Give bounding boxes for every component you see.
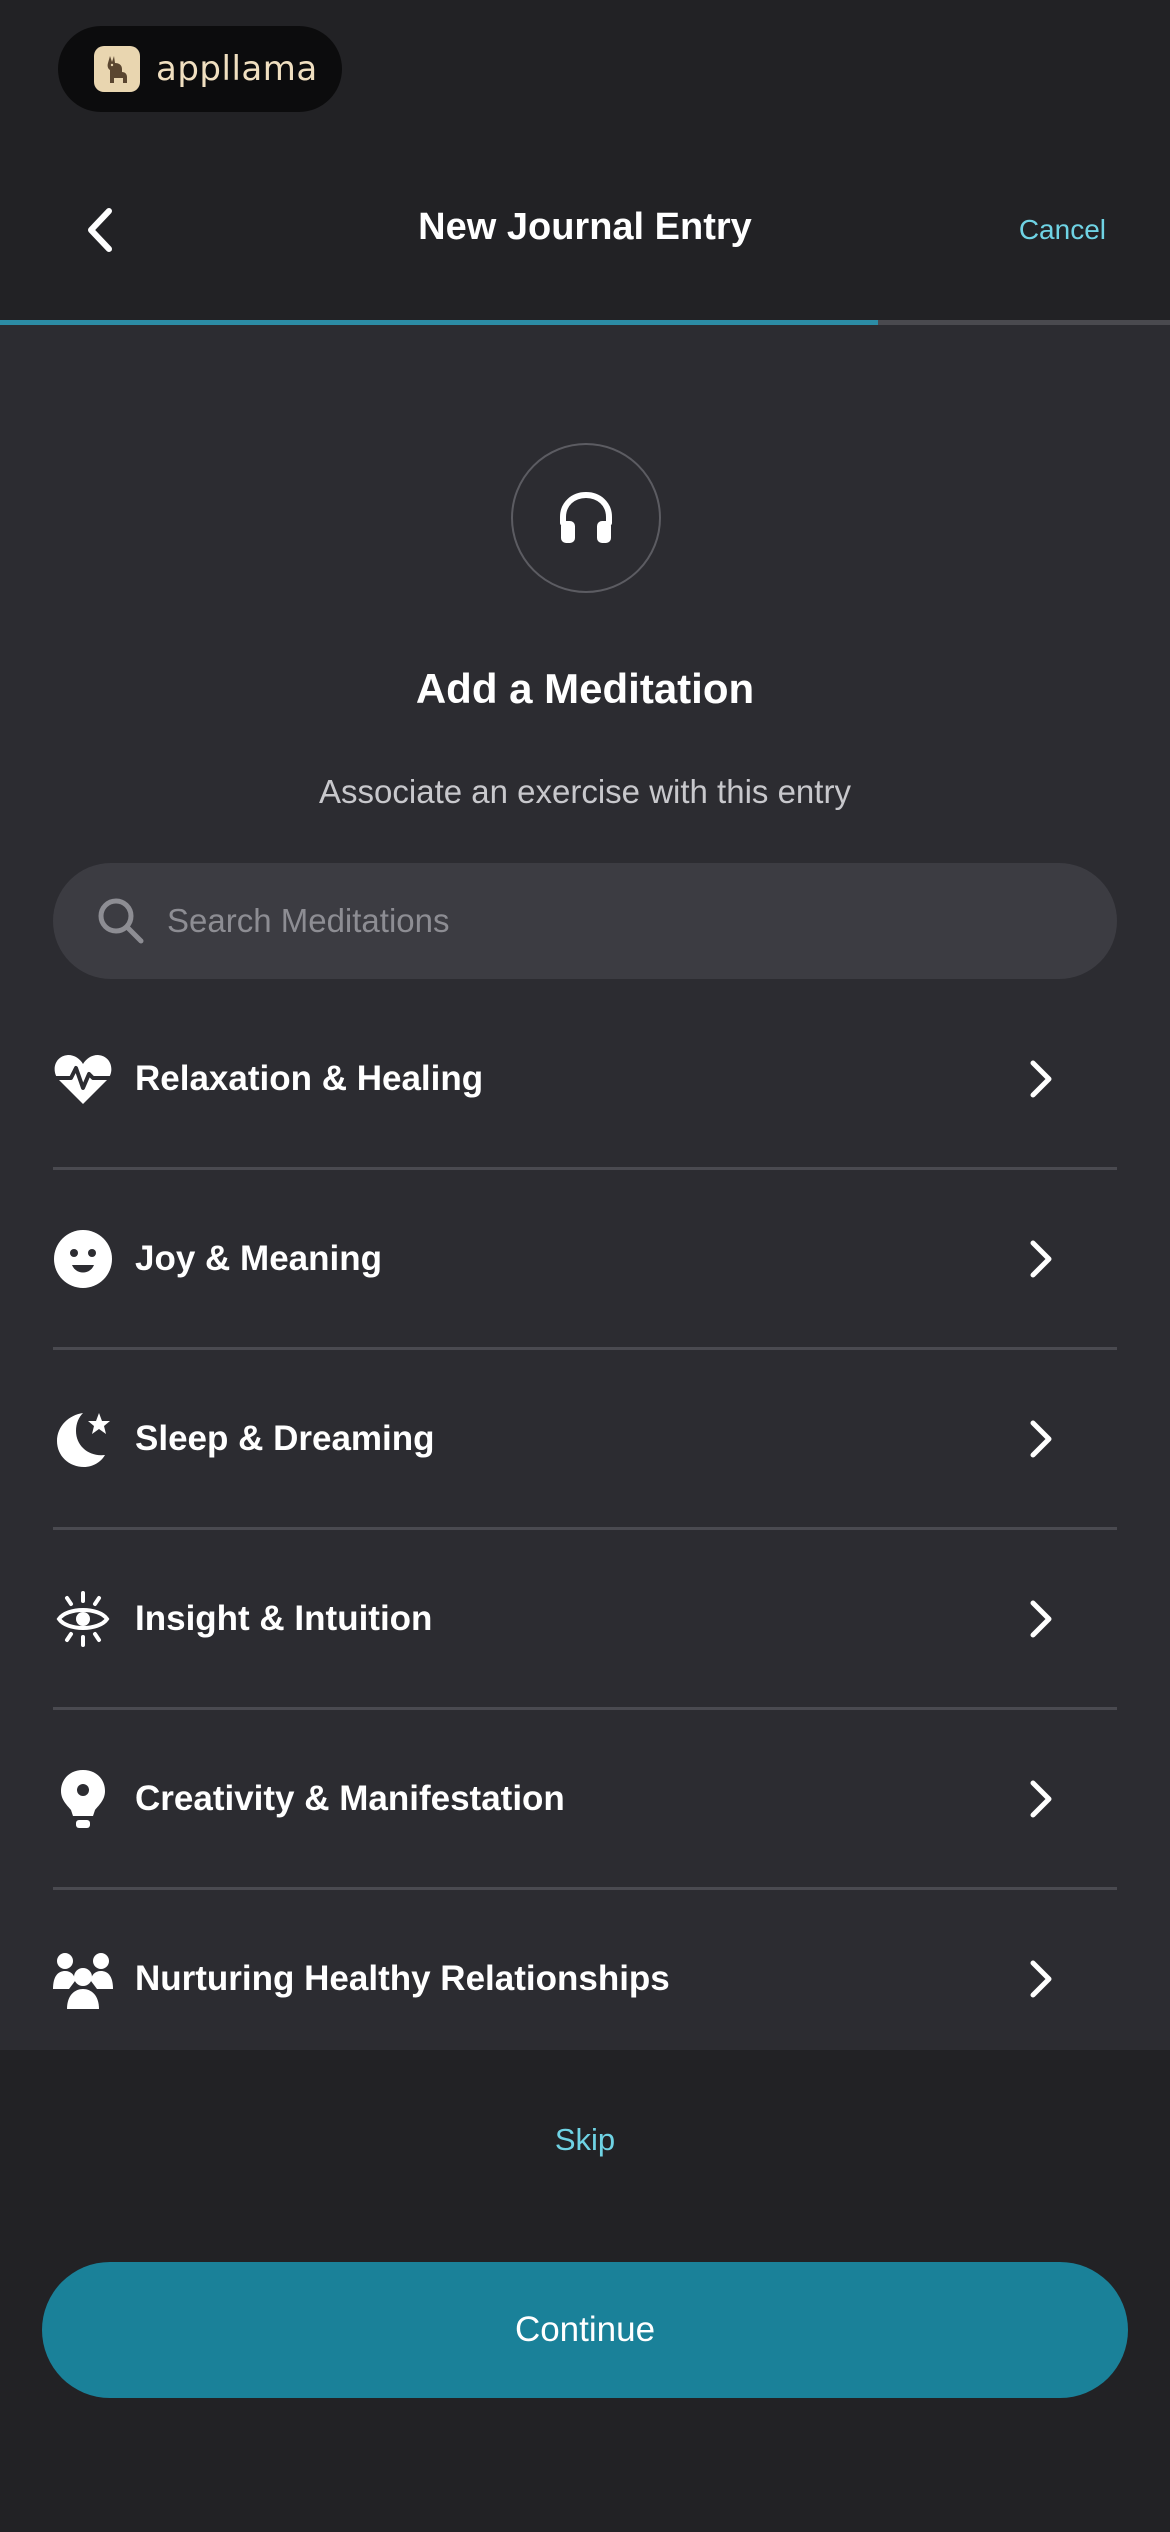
chevron-left-icon <box>88 208 112 252</box>
category-item-relationships[interactable]: Nurturing Healthy Relationships <box>53 1890 1117 2067</box>
brand-name: appllama <box>156 49 318 89</box>
eye-icon <box>53 1589 113 1649</box>
category-label: Joy & Meaning <box>135 1238 382 1278</box>
section-heading: Add a Meditation <box>415 665 755 712</box>
top-bar: appllama New Journal Entry Cancel <box>0 0 1170 322</box>
page-title: New Journal Entry <box>418 206 752 248</box>
category-item-insight[interactable]: Insight & Intuition <box>53 1530 1117 1710</box>
footer-actions: Skip Continue <box>0 2050 1170 2532</box>
category-label: Insight & Intuition <box>135 1598 433 1638</box>
continue-button[interactable]: Continue <box>42 2262 1128 2398</box>
people-icon <box>53 1949 113 2009</box>
progress-fill <box>0 320 878 325</box>
search-bar[interactable] <box>53 863 1117 979</box>
category-label: Nurturing Healthy Relationships <box>135 1958 670 1998</box>
navigation-bar: New Journal Entry Cancel <box>0 180 1170 280</box>
category-label: Relaxation & Healing <box>135 1058 484 1098</box>
headphones-icon <box>511 443 661 593</box>
category-label: Creativity & Manifestation <box>135 1778 565 1818</box>
progress-bar <box>0 320 1170 325</box>
moon-star-icon <box>53 1409 113 1469</box>
category-label: Sleep & Dreaming <box>135 1418 435 1458</box>
chevron-right-icon <box>1030 1600 1052 1637</box>
smile-icon <box>53 1229 113 1289</box>
section-subheading: Associate an exercise with this entry <box>319 773 851 810</box>
chevron-right-icon <box>1030 1960 1052 1997</box>
llama-icon <box>94 46 140 92</box>
lightbulb-icon <box>53 1769 113 1829</box>
category-item-creativity[interactable]: Creativity & Manifestation <box>53 1710 1117 1890</box>
category-item-relaxation[interactable]: Relaxation & Healing <box>53 990 1117 1170</box>
category-list: Relaxation & Healing Joy & Meaning Sleep… <box>53 990 1117 2067</box>
search-icon <box>93 893 149 949</box>
heart-pulse-icon <box>53 1049 113 1109</box>
chevron-right-icon <box>1030 1240 1052 1277</box>
search-input[interactable] <box>165 901 1069 941</box>
skip-button[interactable]: Skip <box>0 2122 1170 2158</box>
cancel-button[interactable]: Cancel <box>1019 214 1106 246</box>
chevron-right-icon <box>1030 1420 1052 1457</box>
brand-badge: appllama <box>58 26 342 112</box>
chevron-right-icon <box>1030 1780 1052 1817</box>
chevron-right-icon <box>1030 1060 1052 1097</box>
category-item-sleep[interactable]: Sleep & Dreaming <box>53 1350 1117 1530</box>
category-item-joy[interactable]: Joy & Meaning <box>53 1170 1117 1350</box>
back-button[interactable] <box>70 200 130 260</box>
